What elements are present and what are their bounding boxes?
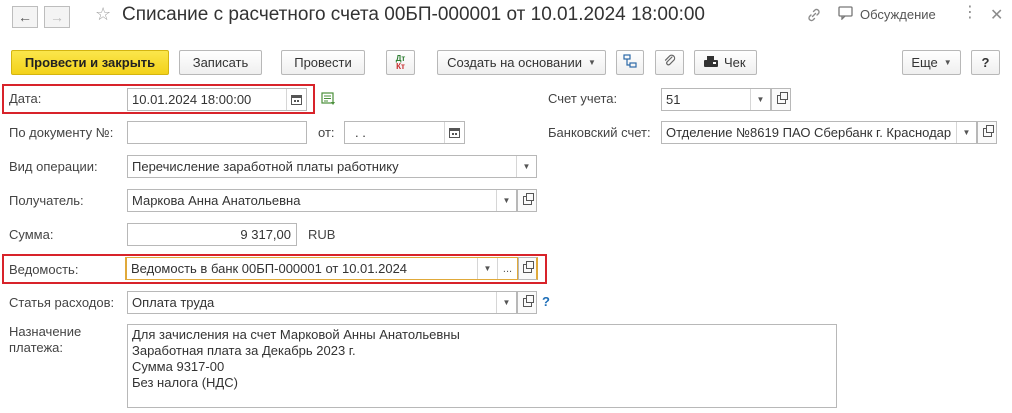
date-label: Дата: [9,91,42,106]
chevron-down-icon[interactable]: ▼ [496,292,516,313]
doc-number-label: По документу №: [9,125,114,140]
bank-account-label: Банковский счет: [548,125,651,140]
post-button[interactable]: Провести [281,50,365,75]
amount-input[interactable]: 9 317,00 [127,223,297,246]
save-button[interactable]: Записать [179,50,262,75]
chevron-down-icon[interactable]: ▼ [477,258,497,279]
chevron-down-icon[interactable]: ▼ [750,89,770,110]
help-button[interactable]: ? [971,50,1000,75]
close-icon[interactable]: ✕ [990,5,1003,25]
chevron-down-icon[interactable]: ▼ [516,156,536,177]
expense-item-label: Статья расходов: [9,295,115,310]
statement-value: Ведомость в банк 00БП-000001 от 10.01.20… [131,261,408,276]
open-window-icon [982,125,994,137]
purpose-line: Заработная плата за Декабрь 2023 г. [132,343,356,358]
receipt-label: Чек [724,55,746,70]
open-window-icon [522,295,534,307]
open-window-icon [776,92,788,104]
history-icon[interactable] [321,92,337,109]
more-button[interactable]: Еще ▼ [902,50,961,75]
from-label: от: [318,125,335,140]
date-value: 10.01.2024 18:00:00 [132,92,252,107]
forward-button[interactable]: → [44,6,70,28]
expense-item-field[interactable]: Оплата труда ▼ [127,291,517,314]
purpose-line: Сумма 9317-00 [132,359,225,374]
purpose-line: Для зачисления на счет Марковой Анны Ана… [132,327,460,342]
chevron-down-icon[interactable]: ▼ [956,122,976,143]
recipient-label: Получатель: [9,193,84,208]
link-icon[interactable] [806,7,822,26]
operation-select[interactable]: Перечисление заработной платы работнику … [127,155,537,178]
calendar-icon[interactable] [286,89,306,110]
bank-account-field[interactable]: Отделение №8619 ПАО Сбербанк г. Краснода… [661,121,977,144]
discuss-button[interactable]: Обсуждение [838,6,936,23]
recipient-value: Маркова Анна Анатольевна [132,193,301,208]
bank-account-value: Отделение №8619 ПАО Сбербанк г. Краснода… [666,125,952,140]
structure-button[interactable] [616,50,644,75]
doc-number-input[interactable] [127,121,307,144]
dt-kt-button[interactable]: Дт Кт [386,50,415,75]
purpose-label: Назначение платежа: [9,324,82,355]
statement-field[interactable]: Ведомость в банк 00БП-000001 от 10.01.20… [125,257,518,280]
more-vertical-icon[interactable]: ⋮ [962,5,978,21]
open-window-icon [523,261,534,273]
recipient-open-button[interactable] [517,189,537,212]
attach-button[interactable] [655,50,684,75]
receipt-button[interactable]: Чек [694,50,757,75]
date-field[interactable]: 10.01.2024 18:00:00 [127,88,307,111]
currency-label: RUB [308,227,336,242]
expense-item-open-button[interactable] [517,291,537,314]
operation-value: Перечисление заработной платы работнику [132,159,399,174]
from-date-value: . . [355,125,366,140]
create-based-label: Создать на основании [447,55,582,70]
cash-register-icon [703,55,719,71]
chevron-down-icon: ▼ [587,58,596,67]
page-title: Списание с расчетного счета 00БП-000001 … [122,4,705,25]
open-window-icon [522,193,534,205]
expense-help-link[interactable]: ? [542,294,550,309]
statement-open-button[interactable] [518,257,538,280]
amount-value: 9 317,00 [240,227,291,242]
calendar-icon[interactable] [444,122,464,143]
arrow-right-icon: → [50,9,64,25]
statement-label: Ведомость: [9,262,79,277]
discuss-label: Обсуждение [860,7,936,22]
arrow-left-icon: ← [18,9,32,25]
chat-icon [838,6,854,23]
account-field[interactable]: 51 ▼ [661,88,771,111]
purpose-line: Без налога (НДС) [132,375,238,390]
account-label: Счет учета: [548,91,618,106]
select-ellipsis-button[interactable]: ... [497,258,517,279]
back-button[interactable]: ← [12,6,38,28]
post-and-close-button[interactable]: Провести и закрыть [11,50,169,75]
favorite-star-icon[interactable]: ☆ [95,4,111,25]
paperclip-icon [663,54,677,71]
amount-label: Сумма: [9,227,54,242]
purpose-textarea[interactable]: Для зачисления на счет Марковой Анны Ана… [127,324,837,408]
more-label: Еще [911,55,938,70]
chevron-down-icon[interactable]: ▼ [496,190,516,211]
account-open-button[interactable] [771,88,791,111]
expense-item-value: Оплата труда [132,295,215,310]
dt-kt-icon: Дт Кт [395,53,406,71]
account-value: 51 [666,92,681,107]
operation-label: Вид операции: [9,159,98,174]
create-based-on-button[interactable]: Создать на основании ▼ [437,50,606,75]
recipient-field[interactable]: Маркова Анна Анатольевна ▼ [127,189,517,212]
hierarchy-icon [623,54,637,71]
chevron-down-icon: ▼ [943,58,952,67]
from-date-field[interactable]: . . [344,121,465,144]
bank-account-open-button[interactable] [977,121,997,144]
